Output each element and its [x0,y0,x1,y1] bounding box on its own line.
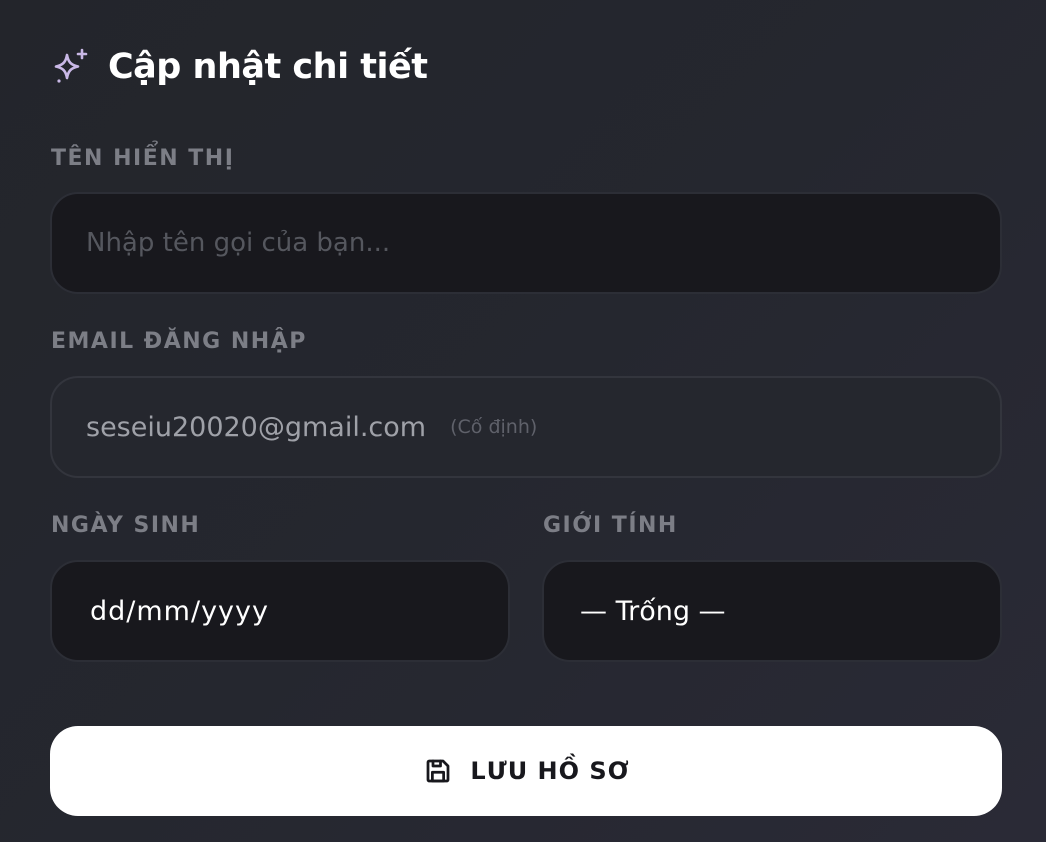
profile-details-card: Cập nhật chi tiết TÊN HIỂN THỊ EMAIL ĐĂN… [0,0,1046,842]
gender-selected-value: — Trống — [580,595,726,627]
email-field: seseiu20020@gmail.com (Cố định) [50,376,1002,478]
sparkles-icon [50,46,92,88]
email-label: EMAIL ĐĂNG NHẬP [51,329,307,354]
email-fixed-note: (Cố định) [450,416,538,438]
gender-select[interactable]: — Trống — [542,560,1002,662]
save-button-label: LƯU HỒ SƠ [470,757,630,785]
display-name-input[interactable] [86,228,1000,258]
card-header: Cập nhật chi tiết [50,42,428,92]
save-profile-button[interactable]: LƯU HỒ SƠ [50,726,1002,816]
display-name-label: TÊN HIỂN THỊ [51,146,235,171]
gender-label: GIỚI TÍNH [543,513,678,538]
email-value: seseiu20020@gmail.com [86,411,427,443]
page-title: Cập nhật chi tiết [108,47,428,87]
birthday-value: dd/mm/yyyy [90,595,269,627]
birthday-date-input[interactable]: dd/mm/yyyy [50,560,510,662]
birthday-label: NGÀY SINH [51,513,201,538]
floppy-disk-icon [422,755,454,787]
display-name-field [50,192,1002,294]
